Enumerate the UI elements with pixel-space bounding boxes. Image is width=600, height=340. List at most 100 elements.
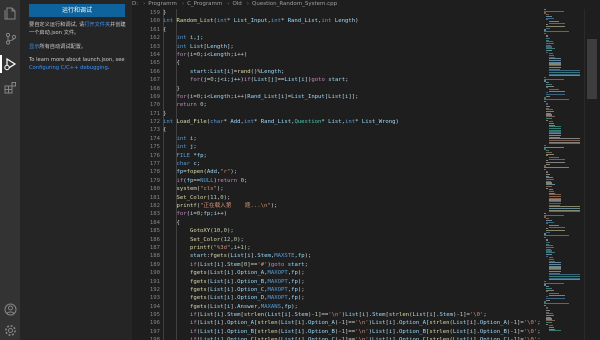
- gear-icon[interactable]: [3, 323, 17, 337]
- breadcrumb-item[interactable]: Question_Random_System.cpp: [252, 0, 337, 8]
- minimap-line: [548, 158, 566, 160]
- line-number: 183: [149, 211, 160, 218]
- code-line[interactable]: 176 FILE *fp;: [132, 152, 542, 160]
- minimap[interactable]: [542, 9, 582, 340]
- code-line[interactable]: 187 printf("%3d",i+1);: [132, 244, 542, 252]
- code-line[interactable]: 181 Set_Color(11,0);: [132, 194, 542, 202]
- line-number: 165: [149, 60, 160, 67]
- minimap-line: [548, 75, 580, 77]
- line-number: 163: [149, 43, 160, 50]
- line-number: 194: [149, 303, 160, 310]
- code-line[interactable]: 160 int Random_List(int* List_Input,int* …: [132, 17, 542, 25]
- code-line[interactable]: 169 for(i=0;i<Length;i++)Rand_List[i]=Li…: [132, 93, 542, 101]
- line-text: int i;: [176, 135, 197, 142]
- show-link[interactable]: 显示: [29, 44, 39, 50]
- code-line[interactable]: 189 if(List[i].Stem[0]=='#')goto start;: [132, 261, 542, 269]
- code-line[interactable]: 172 int Load_File(char* Add,int* Rand_Lis…: [132, 118, 542, 126]
- line-text: Set_Color(11,0);: [176, 194, 231, 201]
- code-line[interactable]: 161{: [132, 26, 542, 34]
- line-text: }: [163, 10, 167, 16]
- code-line[interactable]: 185 GotoXY(10,0);: [132, 227, 542, 235]
- code-line[interactable]: 195 if(List[i].Stem[strlen(List[i].Stem)…: [132, 311, 542, 319]
- code-line[interactable]: 167 for(j=0;j<i;j++)if(List[j]==List[i])…: [132, 76, 542, 84]
- open-folder-link[interactable]: 打开文件夹: [84, 22, 110, 28]
- line-number: 190: [149, 270, 160, 277]
- line-number: 188: [149, 253, 160, 260]
- code-line[interactable]: 168 }: [132, 85, 542, 93]
- minimap-line: [548, 294, 566, 296]
- line-number: 172: [149, 119, 160, 126]
- code-line[interactable]: 174 int i;: [132, 135, 542, 143]
- line-text: system("cls");: [176, 186, 224, 193]
- code-line[interactable]: 177 char c;: [132, 160, 542, 168]
- breadcrumb-separator: ›: [143, 1, 146, 7]
- line-text: }: [163, 110, 167, 117]
- minimap-line: [544, 282, 565, 284]
- code-line[interactable]: 194 fgets(List[i].Answer,MAXANS,fp);: [132, 303, 542, 311]
- minimap-line: [544, 303, 569, 305]
- source-control-icon[interactable]: [3, 31, 17, 45]
- line-number: 174: [149, 135, 160, 142]
- code-line[interactable]: 196 if(List[i].Option_A[strlen(List[i].O…: [132, 319, 542, 327]
- line-number: 191: [149, 278, 160, 285]
- code-line[interactable]: 175 int j;: [132, 143, 542, 151]
- code-line[interactable]: 198 if(List[i].Option_C[strlen(List[i].O…: [132, 336, 542, 340]
- line-number: 164: [149, 51, 160, 58]
- code-line[interactable]: 183 for(i=0;fp;i++): [132, 210, 542, 218]
- code-line[interactable]: 191 fgets(List[i].Option_B,MAXOPT,fp);: [132, 278, 542, 286]
- minimap-line: [548, 211, 580, 213]
- minimap-line: [544, 167, 569, 169]
- breadcrumb-item[interactable]: C_Programm: [187, 0, 222, 8]
- line-text: if(List[i].Option_B[strlen(List[i].Optio…: [189, 328, 541, 335]
- code-line[interactable]: 171}: [132, 110, 542, 118]
- code-line[interactable]: 193 fgets(List[i].Option_D,MAXOPT,fp);: [132, 294, 542, 302]
- line-number: 173: [149, 127, 160, 134]
- line-number: 169: [149, 93, 160, 100]
- line-number: 184: [149, 219, 160, 226]
- explorer-icon[interactable]: [3, 6, 17, 20]
- code-line[interactable]: 184 {: [132, 219, 542, 227]
- code-line[interactable]: 163 int List[Length];: [132, 43, 542, 51]
- line-text: fp=fopen(Add,"r");: [176, 169, 238, 176]
- line-number: 181: [149, 194, 160, 201]
- breadcrumb: D: › Programm › C_Programm › Old › Question_Rand…: [132, 0, 600, 8]
- code-line[interactable]: 166 start:List[i]=rand()%Length;: [132, 68, 542, 76]
- code-line[interactable]: 188 start:fgets(List[i].Stem,MAXSTE,fp);: [132, 252, 542, 260]
- vertical-scrollbar[interactable]: [584, 9, 599, 340]
- breadcrumb-separator: ›: [227, 1, 230, 7]
- line-text: for(i=0;i<Length;i++): [176, 51, 248, 58]
- code-line[interactable]: 164 for(i=0;i<Length;i++): [132, 51, 542, 59]
- run-and-debug-button[interactable]: 运行和调试: [29, 4, 125, 17]
- scrollbar-thumb[interactable]: [587, 39, 597, 99]
- configuring-debugging-link[interactable]: Configuring C/C++ debugging: [29, 65, 108, 71]
- code-line[interactable]: 197 if(List[i].Option_B[strlen(List[i].O…: [132, 328, 542, 336]
- line-number: 162: [149, 35, 160, 42]
- code-line[interactable]: 182 printf("正在载入第 题...\n");: [132, 202, 542, 210]
- account-icon[interactable]: [3, 302, 17, 316]
- code-line[interactable]: 173{: [132, 126, 542, 134]
- code-line[interactable]: 179 if(fp==NULL)return 0;: [132, 177, 542, 185]
- line-text: int List[Length];: [176, 43, 234, 50]
- run-debug-icon[interactable]: [3, 57, 17, 71]
- line-number: 168: [149, 85, 160, 92]
- line-number: 171: [149, 110, 160, 117]
- code-editor: D: › Programm › C_Programm › Old › Question_Rand…: [132, 0, 600, 340]
- code-line[interactable]: 180 system("cls");: [132, 185, 542, 193]
- code-area[interactable]: 159} 160 int Random_List(int* List_Input,i…: [132, 9, 542, 340]
- code-line[interactable]: 192 fgets(List[i].Option_C,MAXOPT,fp);: [132, 286, 542, 294]
- code-line[interactable]: 159}: [132, 9, 542, 17]
- line-number: 180: [149, 186, 160, 193]
- code-line[interactable]: 165 {: [132, 59, 542, 67]
- minimap-line: [548, 330, 562, 332]
- code-line[interactable]: 178 fp=fopen(Add,"r");: [132, 168, 542, 176]
- code-line[interactable]: 186 Set_Color(12,0);: [132, 236, 542, 244]
- line-number: 193: [149, 295, 160, 302]
- extensions-icon[interactable]: [3, 80, 17, 94]
- code-line[interactable]: 190 fgets(List[i].Option_A,MAXOPT,fp);: [132, 269, 542, 277]
- code-line[interactable]: 170 return 0;: [132, 101, 542, 109]
- line-text: int j;: [176, 144, 197, 151]
- breadcrumb-item[interactable]: Programm: [148, 0, 177, 8]
- breadcrumb-item[interactable]: D:: [132, 0, 138, 8]
- code-line[interactable]: 162 int i,j;: [132, 34, 542, 42]
- breadcrumb-item[interactable]: Old: [232, 0, 241, 8]
